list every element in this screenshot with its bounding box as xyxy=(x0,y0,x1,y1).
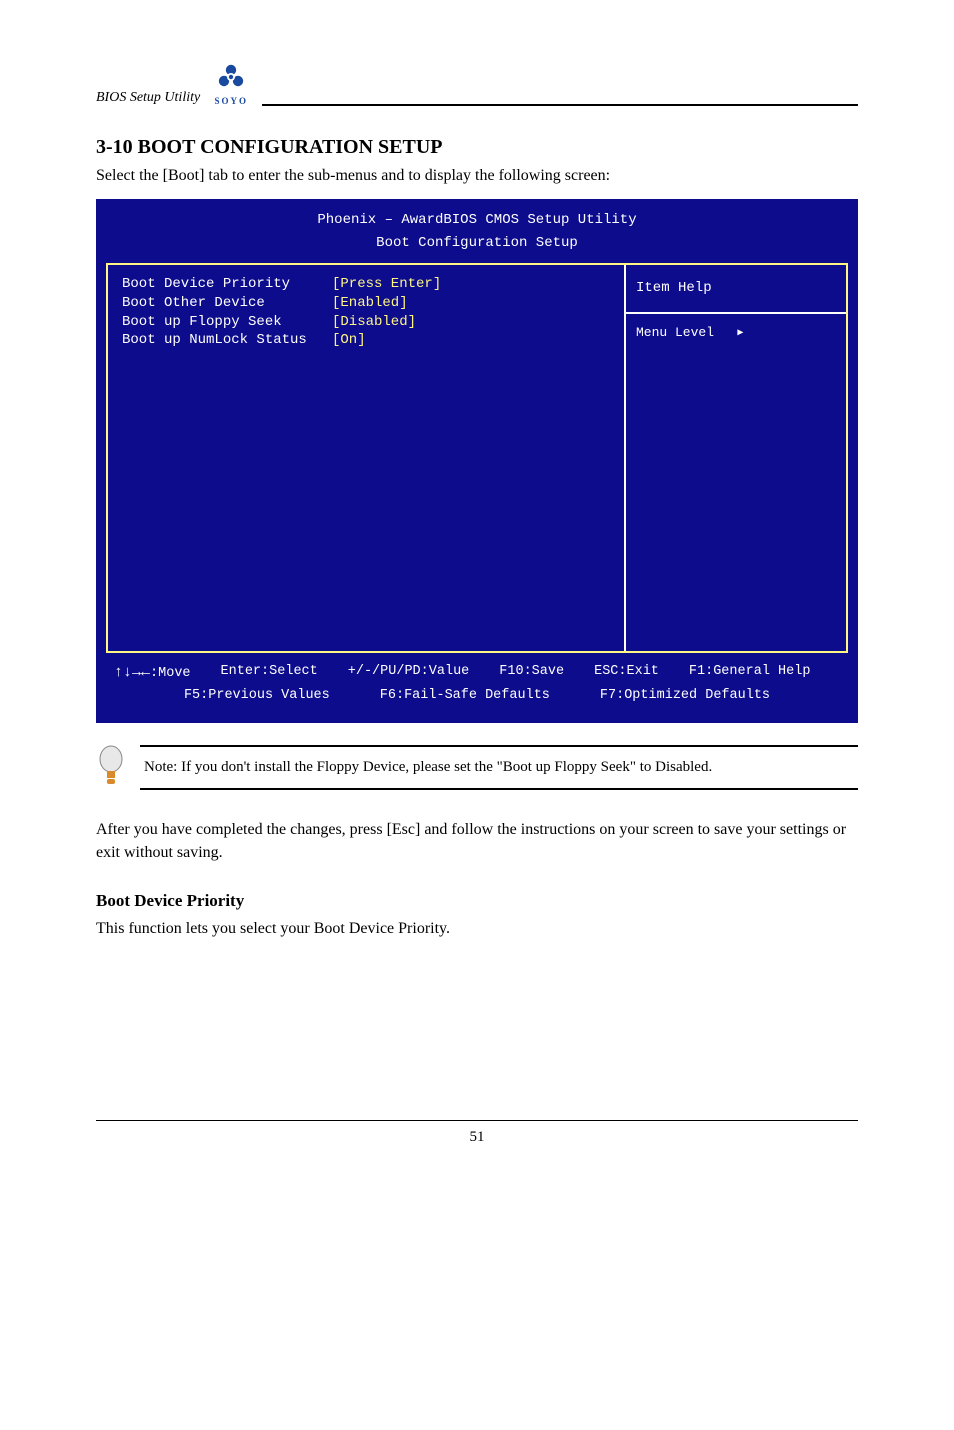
brand-logo: SOYO xyxy=(214,60,248,106)
footer-rule xyxy=(96,1120,858,1121)
page-number: 51 xyxy=(96,1129,858,1146)
nav-save: F10:Save xyxy=(499,663,564,683)
bios-menu-level-label: Menu Level xyxy=(636,325,714,340)
body-paragraph: After you have completed the changes, pr… xyxy=(96,818,858,864)
subsection-heading: Boot Device Priority xyxy=(96,891,858,911)
logo-text: SOYO xyxy=(214,96,248,106)
logo-icon xyxy=(214,60,248,94)
bios-row-value: [Enabled] xyxy=(332,294,408,313)
bios-screen: Phoenix – AwardBIOS CMOS Setup Utility B… xyxy=(96,199,858,723)
bios-help-pane: Item Help Menu Level ▶ xyxy=(626,265,846,651)
arrow-keys-icon: ↑↓→← xyxy=(114,664,150,681)
bios-settings-pane: Boot Device Priority [Press Enter] Boot … xyxy=(108,265,626,651)
bios-subtitle: Boot Configuration Setup xyxy=(106,234,848,253)
bios-panel: Boot Device Priority [Press Enter] Boot … xyxy=(106,263,848,653)
nav-failsafe: F6:Fail-Safe Defaults xyxy=(380,687,550,705)
subsection-text: This function lets you select your Boot … xyxy=(96,917,858,940)
bios-nav: ↑↓→←:Move Enter:Select +/-/PU/PD:Value F… xyxy=(106,653,848,705)
nav-move: :Move xyxy=(150,666,191,681)
page-header: BIOS Setup Utility SOYO xyxy=(96,60,858,106)
nav-prev: F5:Previous Values xyxy=(184,687,330,705)
bios-row[interactable]: Boot Device Priority [Press Enter] xyxy=(122,275,610,294)
note-text: Note: If you don't install the Floppy De… xyxy=(144,759,854,776)
header-label: BIOS Setup Utility xyxy=(96,90,200,106)
bios-row-value: [Press Enter] xyxy=(332,275,441,294)
bios-row-label: Boot up Floppy Seek xyxy=(122,313,332,332)
lightbulb-icon xyxy=(96,745,126,794)
bios-row-label: Boot Other Device xyxy=(122,294,332,313)
nav-exit: ESC:Exit xyxy=(594,663,659,683)
nav-enter: Enter:Select xyxy=(221,663,318,683)
note-box: Note: If you don't install the Floppy De… xyxy=(140,745,858,790)
bios-row-value: [Disabled] xyxy=(332,313,416,332)
bios-row[interactable]: Boot up Floppy Seek [Disabled] xyxy=(122,313,610,332)
section-title: 3-10 BOOT CONFIGURATION SETUP xyxy=(96,136,858,159)
arrow-right-icon: ▶ xyxy=(737,327,743,341)
nav-value: +/-/PU/PD:Value xyxy=(348,663,470,683)
bios-row-value: [On] xyxy=(332,331,366,350)
bios-row-label: Boot up NumLock Status xyxy=(122,331,332,350)
nav-optimized: F7:Optimized Defaults xyxy=(600,687,770,705)
bios-row[interactable]: Boot up NumLock Status [On] xyxy=(122,331,610,350)
bios-help-body: Menu Level ▶ xyxy=(626,314,846,352)
bios-row-label: Boot Device Priority xyxy=(122,275,332,294)
bios-title: Phoenix – AwardBIOS CMOS Setup Utility xyxy=(106,211,848,230)
page-footer: 51 xyxy=(96,1120,858,1146)
bios-row[interactable]: Boot Other Device [Enabled] xyxy=(122,294,610,313)
section-intro: Select the [Boot] tab to enter the sub-m… xyxy=(96,167,858,185)
header-rule xyxy=(262,104,858,106)
bios-help-header: Item Help xyxy=(626,265,846,314)
nav-help: F1:General Help xyxy=(689,663,811,683)
note-callout: Note: If you don't install the Floppy De… xyxy=(96,745,858,794)
